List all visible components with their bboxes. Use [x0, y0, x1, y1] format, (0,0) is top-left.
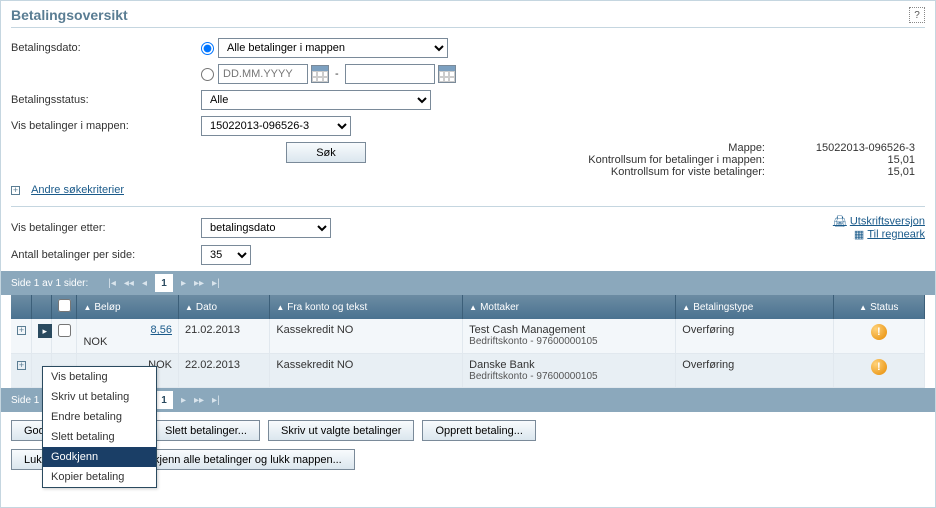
- row-action-icon[interactable]: ▸: [38, 324, 52, 338]
- col-amount[interactable]: ▲Beløp: [77, 295, 179, 319]
- select-folder[interactable]: 15022013-096526-3: [201, 116, 351, 136]
- select-all-payments[interactable]: Alle betalinger i mappen: [218, 38, 448, 58]
- calendar-icon[interactable]: [311, 65, 329, 83]
- pager-current: 1: [155, 391, 173, 409]
- pager-last-icon[interactable]: ▸|: [212, 395, 220, 406]
- summary-shown-value: 15,01: [775, 166, 915, 178]
- pager-fwd-icon[interactable]: ▸▸: [194, 278, 204, 289]
- context-menu-item[interactable]: Skriv ut betaling: [43, 387, 156, 407]
- status-warning-icon[interactable]: !: [871, 359, 887, 375]
- select-sort[interactable]: betalingsdato: [201, 218, 331, 238]
- cell-date: 21.02.2013: [178, 319, 269, 354]
- pager-current: 1: [155, 274, 173, 292]
- radio-all-payments[interactable]: [201, 42, 214, 55]
- sort-label: Vis betalinger etter:: [11, 222, 201, 234]
- currency-label: NOK: [83, 336, 107, 348]
- pager-back-icon[interactable]: ◂: [142, 278, 147, 289]
- amount-link[interactable]: 8,56: [83, 324, 172, 336]
- select-all-checkbox[interactable]: [58, 299, 71, 312]
- more-criteria-link[interactable]: Andre søkekriterier: [31, 184, 124, 196]
- recipient-account: Bedriftskonto - 97600000105: [469, 336, 669, 347]
- page-title: Betalingsoversikt: [11, 7, 128, 23]
- table-row: + ▸ 8,56 NOK 21.02.2013 Kassekredit NO T…: [11, 319, 925, 354]
- date-from-input[interactable]: [218, 64, 308, 84]
- recipient-account: Bedriftskonto - 97600000105: [469, 371, 669, 382]
- create-payment-button[interactable]: Opprett betaling...: [422, 420, 535, 441]
- summary-ctrl-value: 15,01: [775, 154, 915, 166]
- delete-button[interactable]: Slett betalinger...: [152, 420, 260, 441]
- summary-folder-label: Mappe:: [728, 142, 765, 154]
- col-from[interactable]: ▲Fra konto og tekst: [270, 295, 463, 319]
- header-divider: [11, 27, 925, 28]
- pager-fwd-icon[interactable]: ▸▸: [194, 395, 204, 406]
- cell-type: Overføring: [676, 319, 833, 354]
- to-spreadsheet-link[interactable]: ▦Til regneark: [833, 228, 925, 241]
- perpage-label: Antall betalinger per side:: [11, 249, 201, 261]
- section-divider: [11, 206, 925, 207]
- context-menu-item[interactable]: Endre betaling: [43, 407, 156, 427]
- calendar-icon[interactable]: [438, 65, 456, 83]
- expand-icon[interactable]: +: [11, 186, 20, 195]
- col-recipient[interactable]: ▲Mottaker: [463, 295, 676, 319]
- date-separator: -: [335, 68, 339, 80]
- recipient-name: Test Cash Management: [469, 324, 669, 336]
- col-status[interactable]: ▲Status: [833, 295, 924, 319]
- filter-status-label: Betalingsstatus:: [11, 94, 201, 106]
- search-button[interactable]: Søk: [286, 142, 366, 163]
- recipient-name: Danske Bank: [469, 359, 669, 371]
- filter-date-label: Betalingsdato:: [11, 42, 201, 54]
- row-checkbox[interactable]: [58, 324, 71, 337]
- cell-from: Kassekredit NO: [270, 319, 463, 354]
- help-icon[interactable]: ?: [909, 7, 925, 23]
- pager-top: Side 1 av 1 sider: |◂ ◂◂ ◂ 1 ▸ ▸▸ ▸|: [1, 271, 935, 295]
- summary-shown-label: Kontrollsum for viste betalinger:: [611, 166, 765, 178]
- context-menu-item[interactable]: Godkjenn: [43, 447, 156, 467]
- context-menu-item[interactable]: Vis betaling: [43, 367, 156, 387]
- pager-next-icon[interactable]: ▸: [181, 278, 186, 289]
- date-to-input[interactable]: [345, 64, 435, 84]
- print-selected-button[interactable]: Skriv ut valgte betalinger: [268, 420, 414, 441]
- col-date[interactable]: ▲Dato: [178, 295, 269, 319]
- context-menu-item[interactable]: Kopier betaling: [43, 467, 156, 487]
- expand-row-icon[interactable]: +: [17, 326, 26, 335]
- filter-folder-label: Vis betalinger i mappen:: [11, 120, 201, 132]
- summary-folder-value: 15022013-096526-3: [775, 142, 915, 154]
- context-menu-item[interactable]: Slett betaling: [43, 427, 156, 447]
- select-status[interactable]: Alle: [201, 90, 431, 110]
- col-type[interactable]: ▲Betalingstype: [676, 295, 833, 319]
- status-warning-icon[interactable]: !: [871, 324, 887, 340]
- pager-next-icon[interactable]: ▸: [181, 395, 186, 406]
- context-menu: Vis betalingSkriv ut betalingEndre betal…: [42, 366, 157, 488]
- pager-label: Side 1 av 1 sider:: [11, 278, 88, 289]
- radio-date-range[interactable]: [201, 68, 214, 81]
- cell-type: Overføring: [676, 354, 833, 388]
- pager-last-icon[interactable]: ▸|: [212, 278, 220, 289]
- print-version-link[interactable]: 🖨Utskriftsversjon: [833, 215, 925, 228]
- pager-prev-icon[interactable]: ◂◂: [124, 278, 134, 289]
- cell-from: Kassekredit NO: [270, 354, 463, 388]
- summary-ctrl-label: Kontrollsum for betalinger i mappen:: [588, 154, 765, 166]
- select-perpage[interactable]: 35: [201, 245, 251, 265]
- cell-date: 22.02.2013: [178, 354, 269, 388]
- pager-first-icon[interactable]: |◂: [108, 278, 116, 289]
- expand-row-icon[interactable]: +: [17, 361, 26, 370]
